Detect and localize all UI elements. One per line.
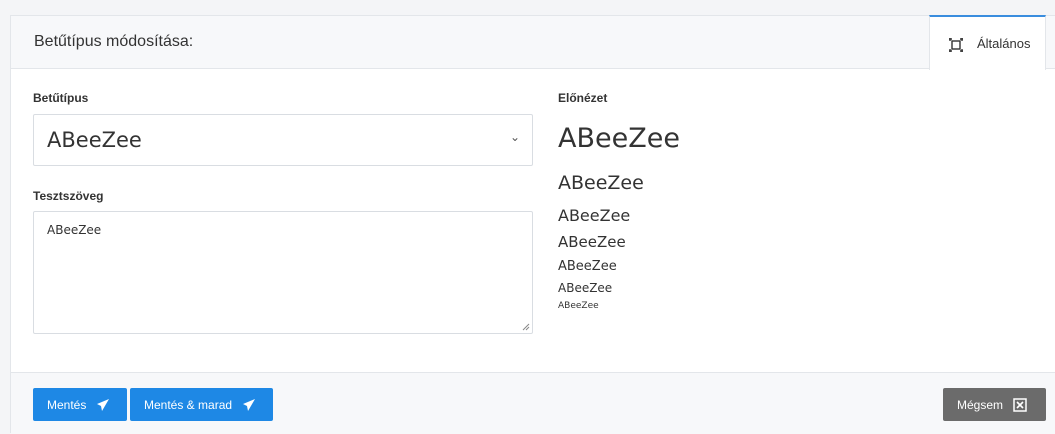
preview-label: Előnézet <box>558 91 608 105</box>
preview-sample: ABeeZee <box>558 259 617 274</box>
font-edit-panel: Betűtípus módosítása: Általános Betűtípu… <box>10 15 1055 434</box>
expand-icon <box>949 38 963 52</box>
paper-plane-icon <box>243 398 256 411</box>
font-field-label: Betűtípus <box>33 91 89 105</box>
preview-sample: ABeeZee <box>558 123 680 154</box>
preview-sample: ABeeZee <box>558 206 631 225</box>
save-button-label: Mentés <box>47 397 87 412</box>
cancel-button-label: Mégsem <box>957 397 1004 412</box>
preview-sample: ABeeZee <box>558 301 599 311</box>
panel-footer: Mentés Mentés & marad Mégsem <box>11 372 1055 434</box>
paper-plane-icon <box>97 398 110 411</box>
chevron-down-icon: ⌄ <box>509 130 520 144</box>
font-select-value: ABeeZee <box>47 128 142 152</box>
font-select[interactable]: ABeeZee ⌄ <box>33 114 533 166</box>
test-text-field-label: Tesztszöveg <box>33 189 104 203</box>
panel-header: Betűtípus módosítása: Általános <box>11 15 1055 70</box>
test-text-value: ABeeZee <box>47 223 102 237</box>
preview-sample: ABeeZee <box>558 233 626 251</box>
cancel-button[interactable]: Mégsem <box>943 388 1046 421</box>
save-button[interactable]: Mentés <box>33 388 127 421</box>
test-text-input[interactable]: ABeeZee <box>33 211 533 334</box>
preview-sample: ABeeZee <box>558 172 644 194</box>
tab-general-label: Általános <box>977 36 1031 51</box>
page-title: Betűtípus módosítása: <box>34 33 194 50</box>
resize-handle-icon[interactable] <box>522 323 530 331</box>
close-box-icon <box>1013 397 1027 412</box>
save-and-stay-button[interactable]: Mentés & marad <box>130 388 273 421</box>
save-and-stay-button-label: Mentés & marad <box>144 397 233 412</box>
tab-general[interactable]: Általános <box>929 15 1046 70</box>
preview-sample: ABeeZee <box>558 281 613 295</box>
